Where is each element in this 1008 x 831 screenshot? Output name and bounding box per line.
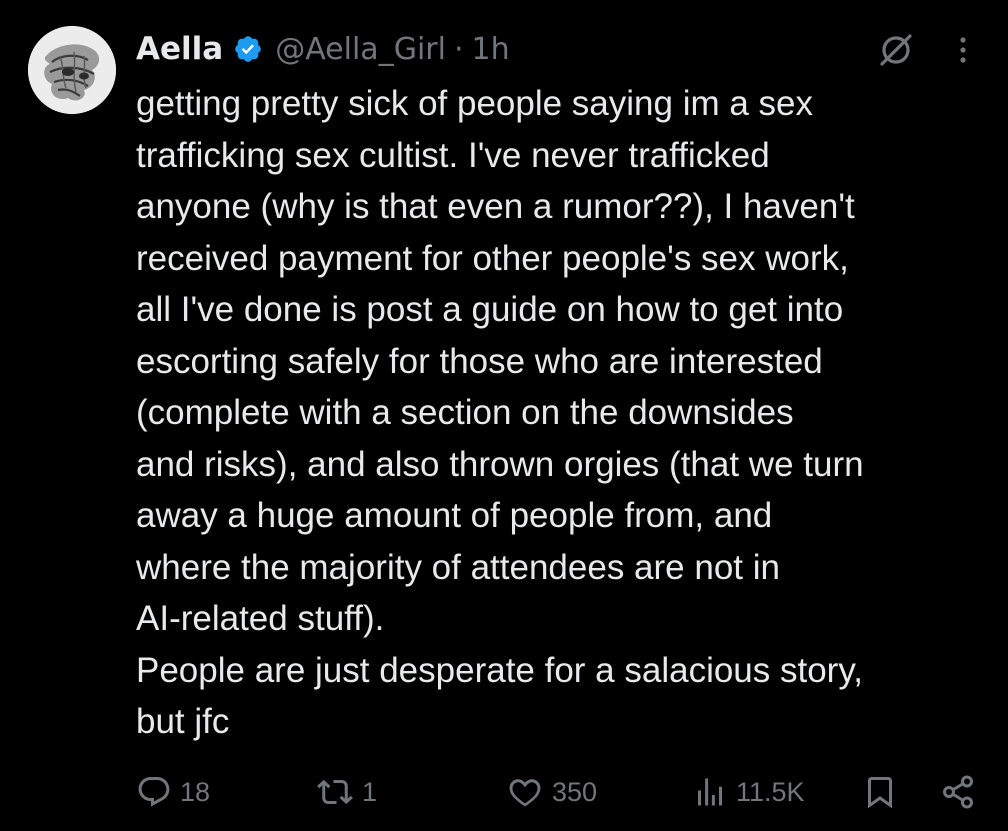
avatar[interactable] <box>28 26 116 114</box>
bookmark-button[interactable] <box>862 770 898 814</box>
grok-icon[interactable] <box>876 30 916 70</box>
tweet-text: getting pretty sick of people saying im … <box>136 84 864 741</box>
retweet-icon <box>317 779 353 805</box>
tweet-header: Aella @Aella_Girl · 1h <box>136 26 510 72</box>
separator-dot: · <box>453 31 464 67</box>
verified-badge-icon[interactable] <box>233 34 263 64</box>
timestamp[interactable]: 1h <box>472 32 510 67</box>
heart-icon <box>509 779 541 807</box>
reply-button[interactable]: 18 <box>136 770 210 814</box>
more-options-icon[interactable] <box>948 32 978 68</box>
bookmark-icon <box>868 777 892 809</box>
views-icon <box>698 778 722 806</box>
reply-count: 18 <box>180 776 211 807</box>
tweet-card: Aella @Aella_Girl · 1h getting pretty si… <box>0 0 1008 831</box>
avatar-image <box>28 26 116 114</box>
reply-icon <box>138 777 170 807</box>
user-handle[interactable]: @Aella_Girl <box>275 32 446 67</box>
like-button[interactable]: 350 <box>506 770 597 814</box>
action-bar: 18 1 350 11.5K <box>0 770 1008 814</box>
views-button[interactable]: 11.5K <box>692 770 805 814</box>
display-name[interactable]: Aella <box>136 31 223 67</box>
share-button[interactable] <box>940 770 976 814</box>
retweet-count: 1 <box>362 776 378 807</box>
like-count: 350 <box>552 776 598 807</box>
views-count: 11.5K <box>736 776 805 807</box>
retweet-button[interactable]: 1 <box>316 770 377 814</box>
share-icon <box>943 775 973 809</box>
